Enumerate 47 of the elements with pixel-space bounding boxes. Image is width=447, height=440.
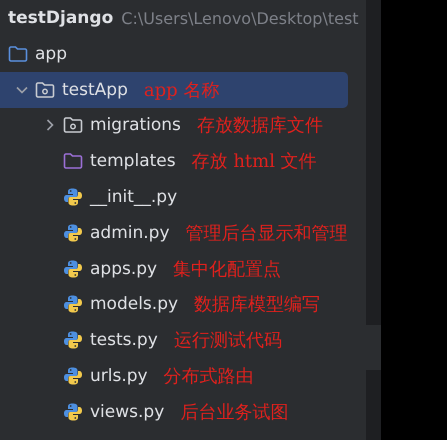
file-name: models.py bbox=[90, 294, 178, 314]
file-name: migrations bbox=[90, 115, 181, 136]
tree-item[interactable]: models.py 数据库模型编写 bbox=[0, 286, 348, 322]
tree-item[interactable]: admin.py 管理后台显示和管理 bbox=[0, 214, 348, 251]
python-file-icon bbox=[63, 294, 83, 314]
tree-item[interactable]: app bbox=[0, 36, 348, 72]
chevron-right-icon[interactable] bbox=[46, 119, 54, 132]
annotation: 后台业务试图 bbox=[180, 400, 288, 424]
tree-item[interactable]: testApp app 名称 bbox=[0, 72, 348, 108]
file-name: testApp bbox=[62, 80, 128, 100]
project-path: C:\Users\Lenovo\Desktop\test bbox=[121, 8, 359, 28]
file-name: views.py bbox=[90, 402, 164, 422]
python-file-icon bbox=[63, 402, 83, 422]
file-name: __init__.py bbox=[90, 187, 178, 208]
tree-item[interactable]: views.py 后台业务试图 bbox=[0, 394, 348, 430]
folder-icon bbox=[63, 152, 83, 170]
python-file-icon bbox=[63, 187, 83, 208]
tree-item[interactable]: templates 存放 html 文件 bbox=[0, 143, 348, 180]
annotation: 分布式路由 bbox=[164, 365, 254, 388]
tree-item[interactable]: urls.py 分布式路由 bbox=[0, 358, 348, 394]
file-name: app bbox=[35, 44, 67, 64]
tree-item[interactable]: apps.py 集中化配置点 bbox=[0, 250, 348, 287]
annotation: 管理后台显示和管理 bbox=[186, 222, 348, 245]
annotation: 集中化配置点 bbox=[173, 258, 282, 281]
python-file-icon bbox=[63, 330, 83, 350]
tree-item[interactable]: migrations 存放数据库文件 bbox=[0, 108, 348, 144]
project-name: testDjango bbox=[8, 8, 114, 28]
annotation: 数据库模型编写 bbox=[194, 293, 320, 316]
chevron-down-icon[interactable] bbox=[16, 86, 28, 94]
folder-icon bbox=[8, 44, 28, 63]
file-name: tests.py bbox=[90, 330, 158, 350]
annotation: 运行测试代码 bbox=[174, 329, 282, 352]
annotation: app 名称 bbox=[144, 78, 220, 102]
file-name: urls.py bbox=[90, 366, 148, 386]
python-file-icon bbox=[63, 366, 83, 386]
python-file-icon bbox=[63, 258, 83, 279]
annotation: 存放 html 文件 bbox=[192, 150, 317, 174]
file-name: admin.py bbox=[90, 222, 170, 243]
scrollbar-thumb[interactable] bbox=[366, 325, 381, 370]
tree-item[interactable]: tests.py 运行测试代码 bbox=[0, 322, 348, 358]
file-name: templates bbox=[90, 151, 176, 172]
file-name: apps.py bbox=[90, 258, 158, 279]
package-folder-icon bbox=[63, 116, 83, 134]
package-folder-icon bbox=[35, 80, 55, 99]
annotation: 存放数据库文件 bbox=[196, 114, 323, 138]
python-file-icon bbox=[63, 222, 83, 243]
tree-item[interactable]: __init__.py bbox=[0, 179, 348, 215]
